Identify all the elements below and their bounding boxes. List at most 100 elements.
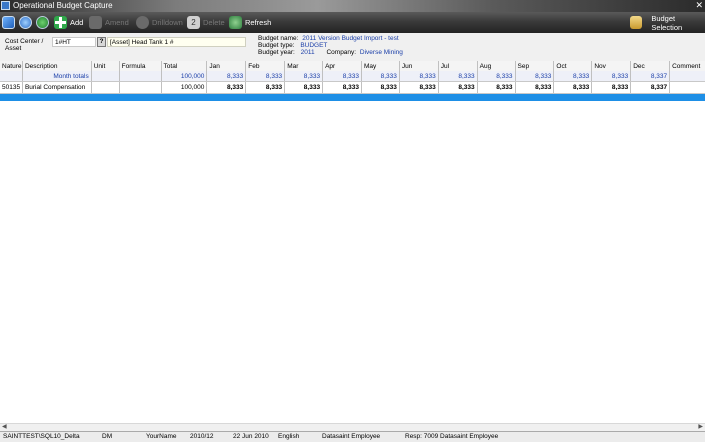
windows-icon [2,16,15,29]
col-may-header[interactable]: May [362,61,400,71]
row-total[interactable]: 100,000 [162,82,208,93]
budget-name-info: Budget name: 2011 Version Budget Import … [258,35,399,42]
pencil-icon [89,16,102,29]
col-jun-header[interactable]: Jun [400,61,439,71]
row-jun[interactable]: 8,333 [400,82,439,93]
col-dec-header[interactable]: Dec [631,61,671,71]
scroll-left-icon[interactable]: ◀ [2,423,7,430]
drilldown-button[interactable]: Drilldown [136,15,183,30]
table-row[interactable]: 50135 Burial Compensation 100,000 8,333 … [0,82,705,94]
new-row-selection[interactable] [0,94,705,101]
totals-total: 100,000 [162,71,208,81]
delete-button[interactable]: 2 Delete [187,15,225,30]
globe-button[interactable] [36,15,52,30]
totals-apr: 8,333 [323,71,362,81]
col-jul-header[interactable]: Jul [439,61,478,71]
row-mar[interactable]: 8,333 [285,82,324,93]
scroll-right-icon[interactable]: ▶ [698,423,703,430]
cycle-icon [19,16,32,29]
totals-may: 8,333 [362,71,400,81]
col-jan-header[interactable]: Jan [207,61,247,71]
row-aug[interactable]: 8,333 [478,82,516,93]
row-sep[interactable]: 8,333 [516,82,555,93]
col-nature-header[interactable]: Nature [0,61,23,71]
totals-sep: 8,333 [516,71,555,81]
company-value: Diverse Mining [359,49,403,56]
row-feb[interactable]: 8,333 [246,82,286,93]
row-may[interactable]: 8,333 [362,82,400,93]
totals-nov: 8,333 [592,71,632,81]
budget-type-value: BUDGET [300,42,328,49]
month-totals-row: Month totals 100,000 8,333 8,333 8,333 8… [0,71,705,82]
row-nature[interactable]: 50135 [0,82,23,93]
horizontal-scrollbar[interactable]: ◀ ▶ [0,423,705,431]
totals-dec: 8,337 [631,71,671,81]
col-total-header[interactable]: Total [162,61,208,71]
refresh-button[interactable]: Refresh [229,15,271,30]
budget-type-info: Budget type: BUDGET [258,42,327,49]
status-role: Datasaint Employee [322,433,381,440]
col-comment-header[interactable]: Comment [670,61,705,71]
col-feb-header[interactable]: Feb [246,61,286,71]
row-description[interactable]: Burial Compensation [23,82,92,93]
globe-icon [36,16,49,29]
col-oct-header[interactable]: Oct [554,61,593,71]
col-nov-header[interactable]: Nov [592,61,632,71]
drilldown-icon [136,16,149,29]
totals-aug: 8,333 [478,71,516,81]
status-db: DM [102,433,113,440]
budget-type-label: Budget type: [258,42,295,49]
app-icon [1,1,10,10]
totals-unit-cell [92,71,120,81]
status-user: YourName [146,433,177,440]
col-sep-header[interactable]: Sep [516,61,555,71]
row-unit[interactable] [92,82,120,93]
row-jan[interactable]: 8,333 [207,82,247,93]
plus-icon [54,16,67,29]
amend-label: Amend [105,18,129,27]
amend-button[interactable]: Amend [89,15,129,30]
refresh-round-button[interactable] [19,15,35,30]
company-label: Company: [326,49,357,56]
col-apr-header[interactable]: Apr [323,61,362,71]
col-aug-header[interactable]: Aug [478,61,516,71]
totals-label: Month totals [23,71,92,81]
row-oct[interactable]: 8,333 [554,82,593,93]
toolbar: Add Amend Drilldown 2 Delete Refresh Bud… [0,12,705,33]
status-date: 22 Jun 2010 [233,433,269,440]
close-icon[interactable]: ✕ [695,0,703,11]
row-nov[interactable]: 8,333 [592,82,632,93]
window-icon-button[interactable] [2,15,18,30]
totals-comment-cell [670,71,705,81]
budget-year-value: 2011 [300,49,315,56]
status-resp: Resp: 7009 Datasaint Employee [405,433,499,440]
totals-formula-cell [120,71,162,81]
title-bar: Operational Budget Capture ✕ [0,0,705,12]
col-mar-header[interactable]: Mar [285,61,324,71]
col-unit-header[interactable]: Unit [92,61,120,71]
folder-icon [630,16,643,29]
add-button[interactable]: Add [54,15,83,30]
lookup-help-button[interactable]: ? [97,37,106,47]
row-comment[interactable] [670,82,705,93]
col-formula-header[interactable]: Formula [120,61,162,71]
totals-feb: 8,333 [246,71,286,81]
budget-selection-button[interactable]: Budget Selection [630,13,705,32]
cost-center-code-field[interactable]: 1#HT [52,37,96,47]
row-formula[interactable] [120,82,162,93]
row-apr[interactable]: 8,333 [323,82,362,93]
window-title: Operational Budget Capture [13,1,113,10]
status-language: English [278,433,300,440]
totals-nature-cell [0,71,23,81]
row-jul[interactable]: 8,333 [439,82,478,93]
budget-name-label: Budget name: [258,35,299,42]
col-description-header[interactable]: Description [23,61,92,71]
budget-year-label: Budget year: [258,49,295,56]
budget-selection-label: Budget Selection [651,13,683,32]
refresh-label: Refresh [245,18,272,27]
drilldown-label: Drilldown [152,18,183,27]
totals-jul: 8,333 [439,71,478,81]
row-dec[interactable]: 8,337 [631,82,671,93]
delete-icon: 2 [187,16,200,29]
cost-center-label: Cost Center / Asset [5,38,43,52]
